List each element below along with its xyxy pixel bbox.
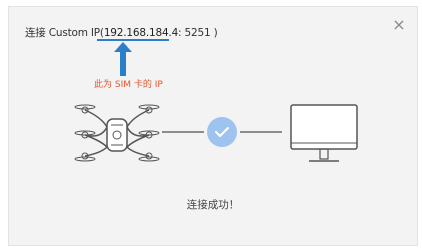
connection-status-graphic: [162, 117, 282, 147]
monitor-icon: [290, 104, 358, 162]
connection-dialog: 连接 Custom IP(192.168.184.4: 5251 ) × 此为 …: [8, 6, 418, 246]
port: : 5251 ): [178, 27, 218, 39]
up-arrow-icon: [114, 42, 132, 76]
dialog-title: 连接 Custom IP(192.168.184.4: 5251 ): [25, 25, 218, 40]
title-prefix: 连接 Custom IP(: [25, 27, 104, 39]
ip-address: 192.168.184.4: [103, 27, 179, 39]
check-icon: [207, 117, 237, 147]
close-symbol: ×: [392, 15, 406, 34]
close-icon[interactable]: ×: [391, 17, 407, 33]
connection-status-text: 连接成功！: [186, 199, 240, 211]
ip-underline: [97, 39, 169, 41]
annotation-label: 此为 SIM 卡的 IP: [94, 80, 163, 90]
drone-icon: [74, 104, 160, 162]
